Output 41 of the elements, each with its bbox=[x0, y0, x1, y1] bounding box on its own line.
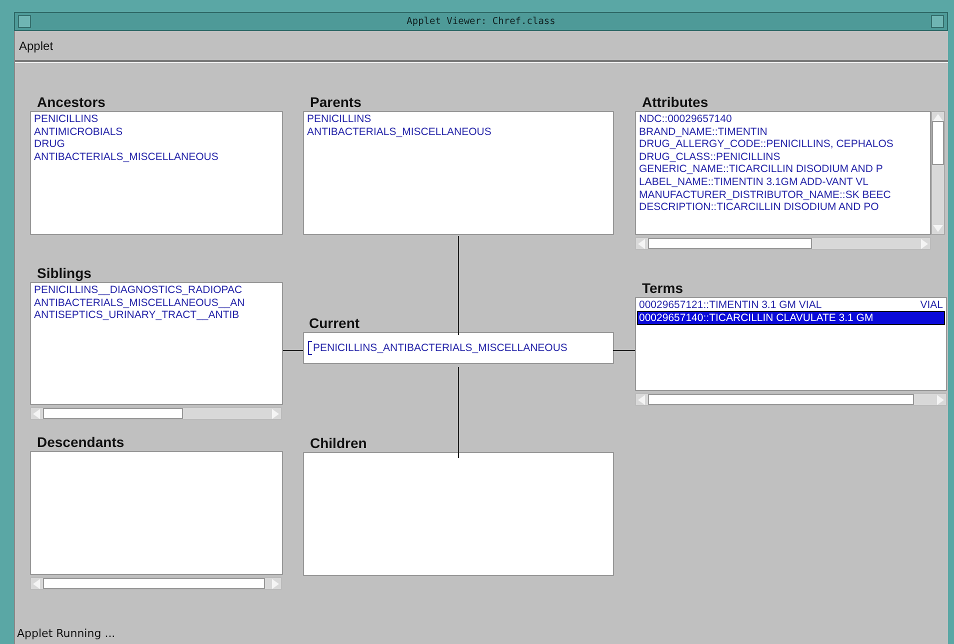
list-item[interactable]: LABEL_NAME::TIMENTIN 3.1GM ADD-VANT VL bbox=[638, 176, 928, 189]
horizontal-scrollbar[interactable] bbox=[635, 237, 931, 250]
list-item[interactable]: PENICILLINS bbox=[306, 113, 611, 126]
list-item[interactable]: PENICILLINS bbox=[33, 113, 280, 126]
panel-label: Attributes bbox=[641, 93, 710, 111]
list-item[interactable]: ANTIMICROBIALS bbox=[33, 126, 280, 138]
minimize-button[interactable] bbox=[931, 15, 944, 28]
list-item[interactable]: 00029657121::TIMENTIN 3.1 GM VIAL VIAL bbox=[638, 299, 944, 312]
panel-label: Ancestors bbox=[36, 93, 106, 111]
list-item[interactable]: BRAND_NAME::TIMENTIN bbox=[638, 126, 928, 138]
panel-label: Current bbox=[308, 314, 361, 332]
window-title: Applet Viewer: Chref.class bbox=[406, 16, 556, 27]
list-item[interactable]: PENICILLINS__DIAGNOSTICS_RADIOPAC bbox=[33, 284, 280, 297]
current-field[interactable]: PENICILLINS_ANTIBACTERIALS_MISCELLANEOUS bbox=[303, 332, 614, 364]
panel-label: Children bbox=[309, 434, 368, 452]
text-cursor-icon bbox=[308, 341, 312, 355]
panel-label: Parents bbox=[309, 93, 362, 111]
list-item[interactable]: NDC::00029657140 bbox=[638, 113, 928, 126]
vertical-scrollbar[interactable] bbox=[931, 111, 945, 235]
list-item[interactable]: DRUG_ALLERGY_CODE::PENICILLINS, CEPHALOS bbox=[638, 138, 928, 151]
list-item[interactable]: DRUG bbox=[33, 138, 280, 151]
horizontal-scrollbar[interactable] bbox=[30, 577, 282, 590]
panel-label: Descendants bbox=[36, 433, 126, 451]
list-item[interactable]: ANTIBACTERIALS_MISCELLANEOUS bbox=[306, 126, 611, 138]
list-item[interactable]: MANUFACTURER_DISTRIBUTOR_NAME::SK BEEC bbox=[638, 188, 928, 202]
connector-line bbox=[283, 350, 303, 351]
list-item[interactable]: ANTIBACTERIALS_MISCELLANEOUS bbox=[33, 150, 280, 164]
connector-line bbox=[613, 350, 635, 351]
horizontal-scrollbar[interactable] bbox=[635, 393, 947, 406]
list-item[interactable]: DESCRIPTION::TICARCILLIN DISODIUM AND PO bbox=[638, 201, 928, 214]
panel-label: Siblings bbox=[36, 264, 92, 282]
horizontal-scrollbar[interactable] bbox=[30, 407, 282, 420]
list-item[interactable]: DRUG_CLASS::PENICILLINS bbox=[638, 150, 928, 164]
list-item[interactable]: 00029657140::TICARCILLIN CLAVULATE 3.1 GM bbox=[638, 312, 944, 324]
panel-label: Terms bbox=[641, 279, 684, 297]
menu-item[interactable]: Applet bbox=[19, 36, 54, 54]
list-item[interactable]: ANTIBACTERIALS_MISCELLANEOUS__AN bbox=[33, 296, 280, 310]
status-text: Applet Running ... bbox=[16, 626, 116, 642]
list-item[interactable]: ANTISEPTICS_URINARY_TRACT__ANTIB bbox=[33, 309, 280, 322]
list-item[interactable]: GENERIC_NAME::TICARCILLIN DISODIUM AND P bbox=[638, 163, 928, 176]
window-menu-button[interactable] bbox=[18, 15, 31, 28]
